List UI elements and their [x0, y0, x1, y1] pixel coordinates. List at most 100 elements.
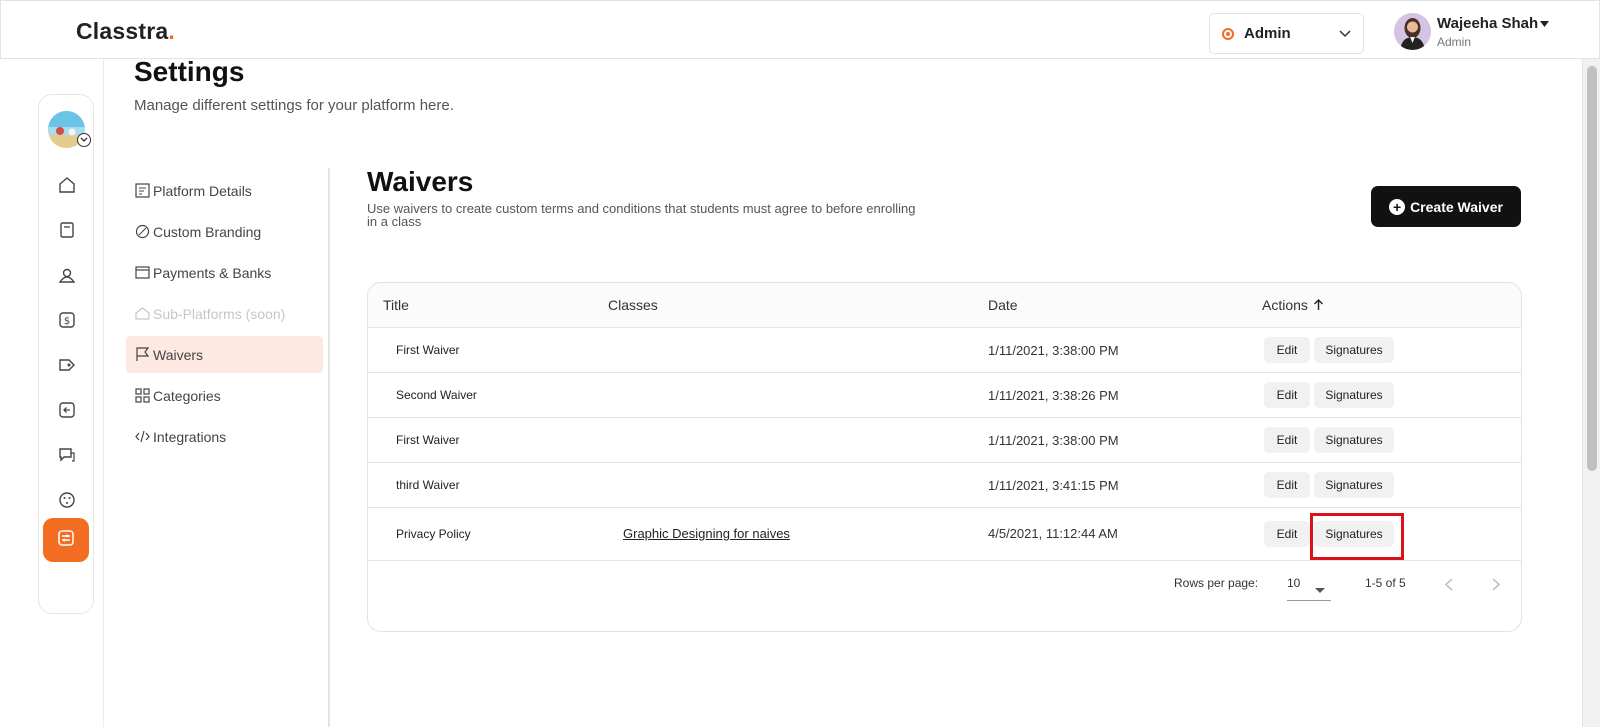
column-header-title[interactable]: Title: [383, 297, 409, 313]
top-bar: Classtra. Admin Wajeeha Shah Admin: [0, 0, 1600, 59]
scrollbar-thumb[interactable]: [1587, 66, 1597, 471]
settings-sliders-icon: [57, 529, 75, 552]
column-header-date[interactable]: Date: [988, 297, 1018, 313]
settings-nav-sub-platforms: Sub-Platforms (soon): [126, 295, 323, 332]
tag-icon: [58, 356, 76, 379]
column-header-classes[interactable]: Classes: [608, 297, 658, 313]
settings-nav: Platform Details Custom Branding Payment…: [126, 172, 323, 459]
sort-up-arrow-icon: [1313, 298, 1324, 314]
row-date: 1/11/2021, 3:38:26 PM: [988, 388, 1119, 403]
table-row: Second Waiver 1/11/2021, 3:38:26 PM Edit…: [368, 373, 1521, 418]
rail-messages[interactable]: [53, 443, 81, 471]
rail-settings[interactable]: [43, 518, 89, 562]
signatures-button[interactable]: Signatures: [1314, 382, 1394, 408]
role-select[interactable]: Admin: [1209, 13, 1364, 54]
column-header-actions[interactable]: Actions: [1262, 297, 1324, 314]
settings-nav-label: Payments & Banks: [153, 264, 272, 281]
plus-icon: +: [1389, 198, 1406, 215]
row-date: 1/11/2021, 3:41:15 PM: [988, 478, 1119, 493]
settings-nav-label: Sub-Platforms (soon): [153, 305, 286, 322]
rows-per-page-select[interactable]: 10: [1287, 567, 1331, 601]
waivers-table: Title Classes Date Actions First Waiver …: [367, 282, 1522, 632]
dollar-icon: $: [58, 311, 76, 334]
role-select-value: Admin: [1244, 25, 1291, 42]
edit-button[interactable]: Edit: [1264, 472, 1310, 498]
left-rail-area: $: [0, 59, 104, 727]
chevron-down-icon[interactable]: [77, 133, 91, 147]
signatures-button[interactable]: Signatures: [1314, 337, 1394, 363]
edit-button[interactable]: Edit: [1264, 427, 1310, 453]
row-title: Privacy Policy: [396, 527, 471, 541]
waivers-description: Use waivers to create custom terms and c…: [367, 201, 916, 229]
table-row: First Waiver 1/11/2021, 3:38:00 PM Edit …: [368, 328, 1521, 373]
create-waiver-button[interactable]: + Create Waiver: [1371, 186, 1521, 227]
rail-themes[interactable]: [53, 488, 81, 516]
code-icon: [134, 429, 150, 445]
user-name-row: Wajeeha Shah: [1437, 15, 1550, 33]
caret-down-icon: [1540, 15, 1550, 33]
settings-nav-label: Integrations: [153, 428, 227, 445]
row-class-link[interactable]: Graphic Designing for naives: [623, 526, 790, 541]
next-page-button[interactable]: [1492, 578, 1501, 596]
chevron-right-icon: [1492, 578, 1501, 595]
chevron-left-icon: [1444, 578, 1453, 595]
settings-nav-integrations[interactable]: Integrations: [126, 418, 323, 455]
settings-nav-payments-banks[interactable]: Payments & Banks: [126, 254, 323, 291]
logo-text: Classtra: [76, 17, 169, 44]
rail-classes[interactable]: [53, 218, 81, 246]
settings-divider: [328, 168, 330, 727]
user-icon: [58, 266, 76, 289]
logo-icon: [39, 10, 69, 52]
settings-nav-platform-details[interactable]: Platform Details: [126, 172, 323, 209]
rail-home[interactable]: [53, 173, 81, 201]
row-title: First Waiver: [396, 343, 460, 357]
page-subtitle: Manage different settings for your platf…: [134, 97, 454, 114]
settings-nav-label: Custom Branding: [153, 223, 262, 240]
edit-button[interactable]: Edit: [1264, 382, 1310, 408]
row-title: third Waiver: [396, 478, 460, 492]
rail-tags[interactable]: [53, 353, 81, 381]
settings-nav-label: Categories: [153, 387, 221, 404]
table-row: third Waiver 1/11/2021, 3:41:15 PM Edit …: [368, 463, 1521, 508]
table-row: Privacy Policy Graphic Designing for nai…: [368, 508, 1521, 561]
caret-down-icon: [1315, 581, 1325, 599]
avatar: [1394, 13, 1431, 50]
signatures-button[interactable]: Signatures: [1314, 427, 1394, 453]
settings-nav-custom-branding[interactable]: Custom Branding: [126, 213, 323, 250]
book-icon: [58, 221, 76, 244]
row-title: Second Waiver: [396, 388, 477, 402]
actions-header-label: Actions: [1262, 297, 1308, 313]
rail-payments[interactable]: $: [53, 308, 81, 336]
user-role: Admin: [1437, 34, 1472, 49]
card-icon: [134, 265, 150, 281]
settings-nav-waivers[interactable]: Waivers: [126, 336, 323, 373]
row-date: 1/11/2021, 3:38:00 PM: [988, 433, 1119, 448]
back-arrow-icon: [58, 401, 76, 424]
left-rail: $: [38, 94, 94, 614]
edit-button[interactable]: Edit: [1264, 337, 1310, 363]
settings-nav-categories[interactable]: Categories: [126, 377, 323, 414]
rail-users[interactable]: [53, 263, 81, 291]
palette-icon: [134, 224, 150, 240]
scrollbar[interactable]: [1582, 59, 1600, 727]
pagination-range: 1-5 of 5: [1365, 576, 1406, 590]
row-date: 4/5/2021, 11:12:44 AM: [988, 526, 1118, 541]
prev-page-button[interactable]: [1444, 578, 1453, 596]
table-row: First Waiver 1/11/2021, 3:38:00 PM Edit …: [368, 418, 1521, 463]
home-icon: [58, 176, 76, 199]
user-name: Wajeeha Shah: [1437, 15, 1539, 32]
logo[interactable]: Classtra.: [39, 10, 175, 52]
create-waiver-label: Create Waiver: [1410, 198, 1503, 215]
row-title: First Waiver: [396, 433, 460, 447]
waivers-title: Waivers: [367, 166, 474, 197]
flag-icon: [134, 347, 150, 363]
signatures-button[interactable]: Signatures: [1314, 472, 1394, 498]
highlight-box: [1310, 513, 1404, 560]
logo-dot: .: [168, 17, 175, 44]
palette-icon: [58, 491, 76, 514]
rail-back[interactable]: [53, 398, 81, 426]
grid-icon: [134, 388, 150, 404]
user-menu[interactable]: Wajeeha Shah Admin: [1394, 13, 1550, 50]
edit-button[interactable]: Edit: [1264, 521, 1310, 547]
rows-per-page-value: 10: [1287, 576, 1301, 590]
